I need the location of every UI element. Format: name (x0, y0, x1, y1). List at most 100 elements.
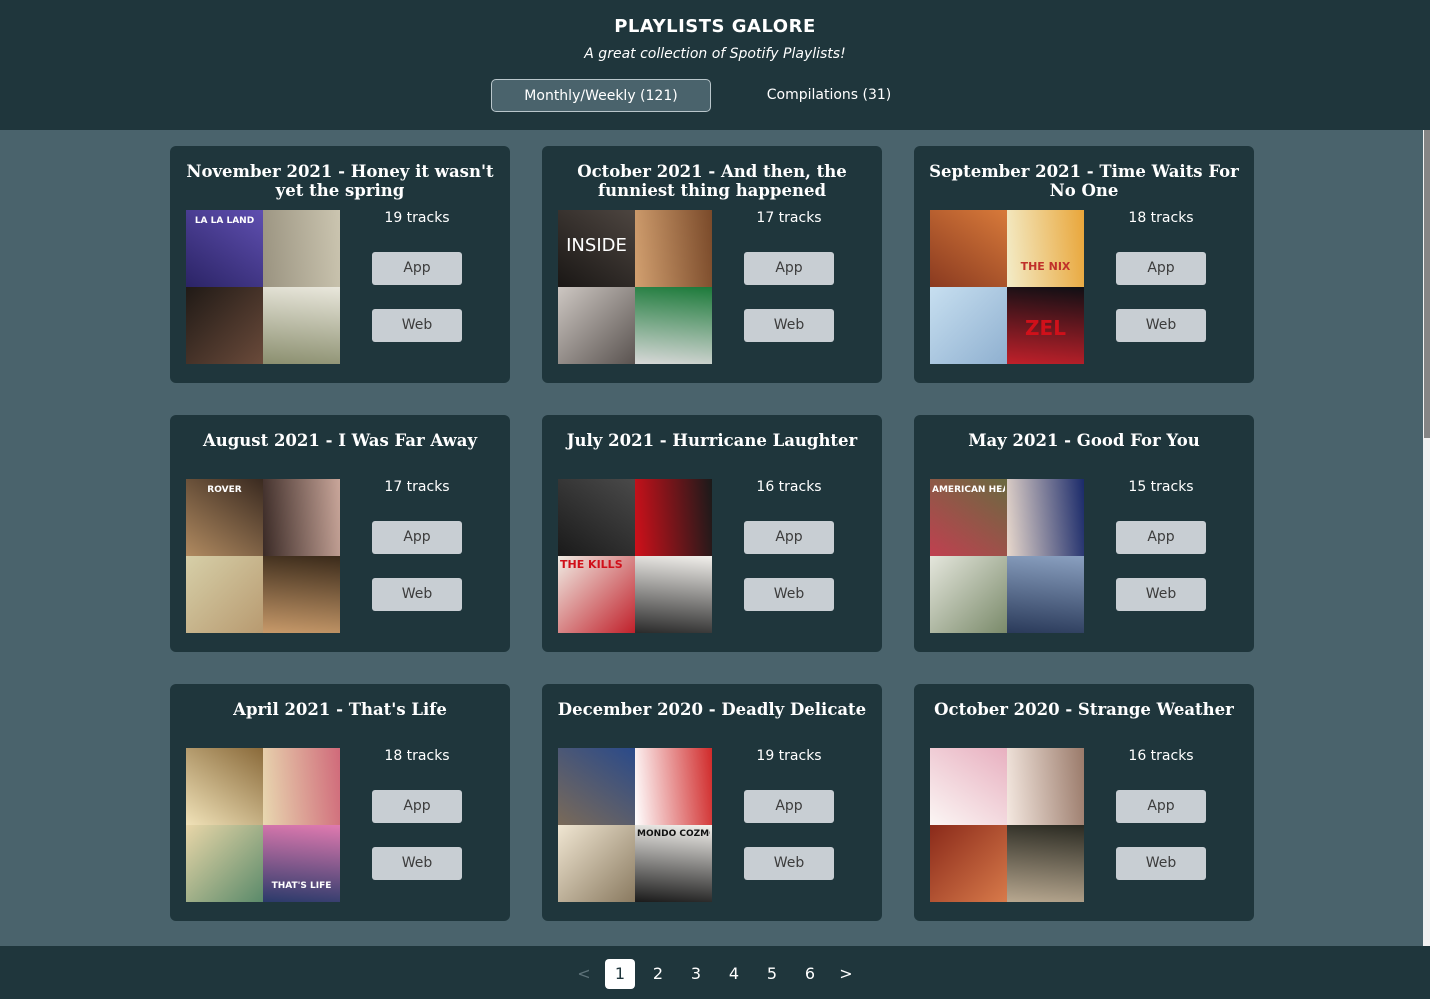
open-in-web-button[interactable]: Web (372, 578, 462, 611)
playlist-card: August 2021 - I Was Far Away ROVER 17 trac… (170, 415, 510, 652)
open-in-app-button[interactable]: App (744, 790, 834, 823)
open-in-app-button[interactable]: App (1116, 521, 1206, 554)
album-cover: THE KILLS (558, 556, 635, 633)
album-cover (186, 825, 263, 902)
album-cover: ZEL (1007, 287, 1084, 364)
album-cover (930, 748, 1007, 825)
pagination-page-1[interactable]: 1 (605, 959, 635, 989)
album-cover-title: ROVER (207, 485, 242, 495)
album-cover (558, 479, 635, 556)
album-cover-grid: THAT'S LIFE (186, 748, 340, 902)
album-cover-grid: INSIDE (558, 210, 712, 364)
album-cover-grid: MONDO COZMO (558, 748, 712, 902)
playlist-title: May 2021 - Good For You (968, 431, 1200, 450)
playlist-title: October 2021 - And then, the funniest th… (577, 162, 847, 200)
pagination-page-6[interactable]: 6 (795, 959, 825, 989)
album-cover-title: THE NIX (1020, 262, 1071, 272)
playlist-title: October 2020 - Strange Weather (934, 700, 1234, 719)
album-cover (635, 287, 712, 364)
album-cover-title: AMERICAN HEAD (932, 485, 1005, 495)
album-cover-title: INSIDE (566, 236, 627, 256)
playlist-title: August 2021 - I Was Far Away (202, 431, 478, 450)
track-count: 19 tracks (384, 210, 450, 226)
pagination-page-5[interactable]: 5 (757, 959, 787, 989)
open-in-app-button[interactable]: App (372, 521, 462, 554)
open-in-web-button[interactable]: Web (1116, 847, 1206, 880)
pagination-page-4[interactable]: 4 (719, 959, 749, 989)
playlist-title: September 2021 - Time Waits For No One (929, 162, 1239, 200)
pagination-next-button[interactable]: > (831, 959, 861, 989)
pagination-page-2[interactable]: 2 (643, 959, 673, 989)
playlist-card: October 2020 - Strange Weather 16 tracks A… (914, 684, 1254, 921)
album-cover (186, 748, 263, 825)
album-cover: AMERICAN HEAD (930, 479, 1007, 556)
album-cover: MONDO COZMO (635, 825, 712, 902)
open-in-web-button[interactable]: Web (744, 847, 834, 880)
album-cover (1007, 556, 1084, 633)
open-in-web-button[interactable]: Web (1116, 309, 1206, 342)
album-cover (558, 748, 635, 825)
album-cover (558, 825, 635, 902)
track-count: 18 tracks (1128, 210, 1194, 226)
playlist-title: April 2021 - That's Life (233, 700, 447, 719)
album-cover (263, 210, 340, 287)
open-in-web-button[interactable]: Web (744, 578, 834, 611)
track-count: 17 tracks (756, 210, 822, 226)
open-in-app-button[interactable]: App (1116, 252, 1206, 285)
playlist-card: July 2021 - Hurricane Laughter THE KILLS 1… (542, 415, 882, 652)
album-cover (558, 287, 635, 364)
album-cover-title: ZEL (1025, 317, 1066, 339)
playlist-card: December 2020 - Deadly Delicate MONDO COZ… (542, 684, 882, 921)
album-cover (263, 556, 340, 633)
album-cover: ROVER (186, 479, 263, 556)
open-in-app-button[interactable]: App (744, 521, 834, 554)
playlist-card: November 2021 - Honey it wasn't yet the … (170, 146, 510, 383)
track-count: 15 tracks (1128, 479, 1194, 495)
album-cover-grid: THE KILLS (558, 479, 712, 633)
page-title: PLAYLISTS GALORE (614, 16, 816, 37)
track-count: 16 tracks (1128, 748, 1194, 764)
album-cover (263, 748, 340, 825)
pagination-page-3[interactable]: 3 (681, 959, 711, 989)
tab-compilations[interactable]: Compilations (31) (745, 79, 913, 112)
open-in-web-button[interactable]: Web (372, 309, 462, 342)
tab-monthly-weekly[interactable]: Monthly/Weekly (121) (491, 79, 711, 112)
open-in-app-button[interactable]: App (1116, 790, 1206, 823)
playlist-title: December 2020 - Deadly Delicate (557, 700, 867, 719)
open-in-web-button[interactable]: Web (744, 309, 834, 342)
album-cover: THE NIX (1007, 210, 1084, 287)
playlist-card: April 2021 - That's Life THAT'S LIFE 18 tr… (170, 684, 510, 921)
open-in-web-button[interactable]: Web (1116, 578, 1206, 611)
album-cover (635, 748, 712, 825)
album-cover: THAT'S LIFE (263, 825, 340, 902)
pagination-prev-button[interactable]: < (569, 959, 599, 989)
album-cover (930, 556, 1007, 633)
album-cover-grid: ROVER (186, 479, 340, 633)
album-cover (263, 479, 340, 556)
album-cover (930, 210, 1007, 287)
site-header: PLAYLISTS GALORE A great collection of S… (0, 0, 1430, 130)
open-in-web-button[interactable]: Web (372, 847, 462, 880)
album-cover-title: MONDO COZMO (637, 829, 710, 839)
album-cover (186, 556, 263, 633)
playlist-card: September 2021 - Time Waits For No One TH… (914, 146, 1254, 383)
track-count: 18 tracks (384, 748, 450, 764)
album-cover (635, 479, 712, 556)
album-cover-title: LA LA LAND (194, 216, 255, 226)
open-in-app-button[interactable]: App (372, 252, 462, 285)
open-in-app-button[interactable]: App (744, 252, 834, 285)
album-cover-grid: AMERICAN HEAD (930, 479, 1084, 633)
album-cover (263, 287, 340, 364)
album-cover (1007, 479, 1084, 556)
open-in-app-button[interactable]: App (372, 790, 462, 823)
album-cover (635, 556, 712, 633)
track-count: 19 tracks (756, 748, 822, 764)
playlist-title: November 2021 - Honey it wasn't yet the … (186, 162, 494, 200)
album-cover (186, 287, 263, 364)
album-cover: LA LA LAND (186, 210, 263, 287)
album-cover: INSIDE (558, 210, 635, 287)
scrollbar-thumb[interactable] (1424, 130, 1430, 438)
album-cover (635, 210, 712, 287)
playlist-card: October 2021 - And then, the funniest th… (542, 146, 882, 383)
playlist-title: July 2021 - Hurricane Laughter (566, 431, 858, 450)
